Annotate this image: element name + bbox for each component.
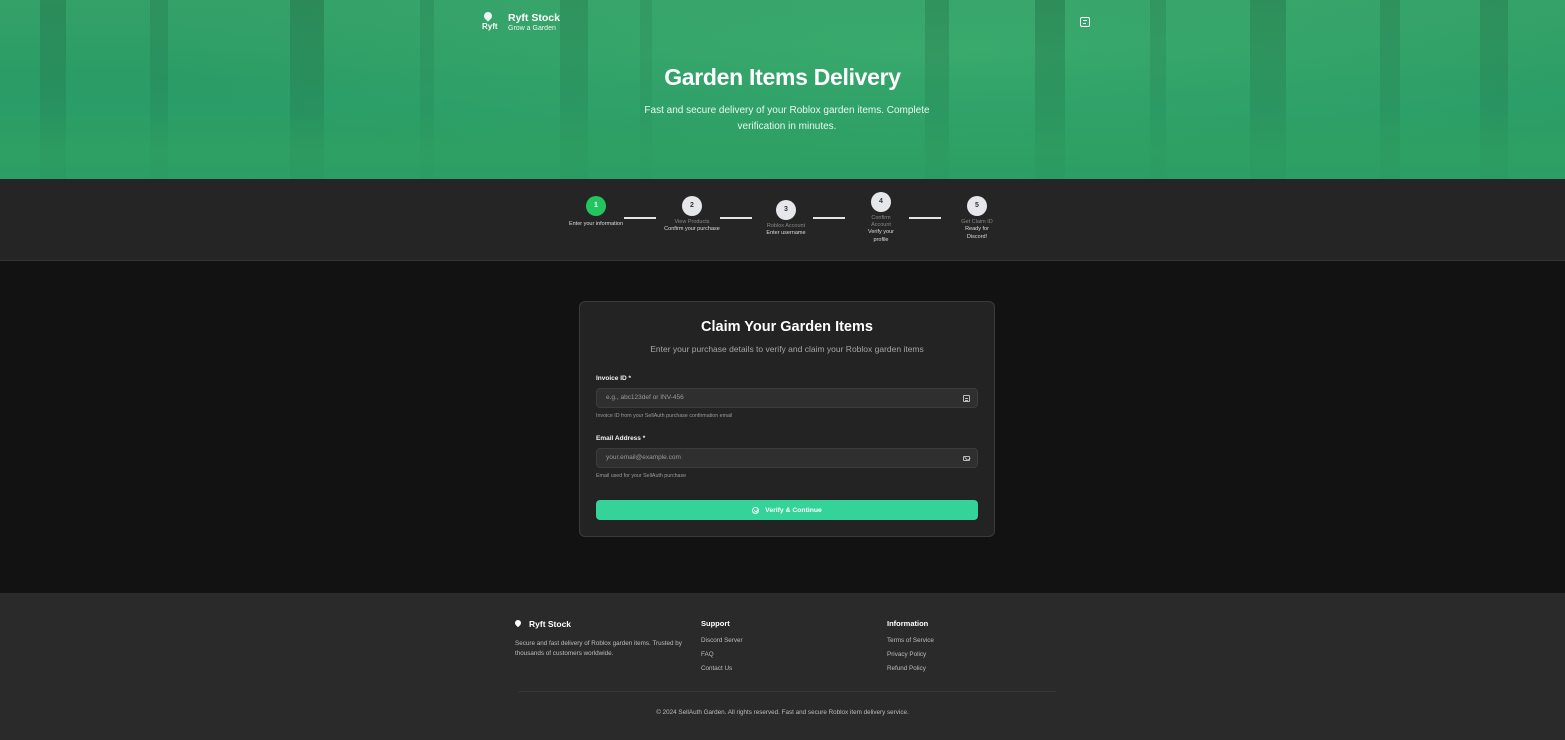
footer-link-terms[interactable]: Terms of Service [887,637,934,644]
step-2-number: 2 [682,196,702,216]
step-2-title: View Products [674,219,710,225]
chat-icon[interactable] [1080,17,1090,27]
footer-description: Secure and fast delivery of Roblox garde… [515,640,682,657]
footer-link-refund[interactable]: Refund Policy [887,665,926,672]
footer-link-privacy[interactable]: Privacy Policy [887,651,926,658]
email-placeholder: your.email@example.com [606,454,681,461]
step-1: 1 Enter your information [566,196,626,229]
page-subtitle: Fast and secure delivery of your Roblox … [644,105,930,132]
brand-tagline: Grow a Garden [508,25,556,32]
brand-logo-text: Ryft [482,22,498,31]
email-label: Email Address * [596,435,646,442]
email-help: Email used for your SellAuth purchase [596,473,687,479]
brand-name: Ryft Stock [508,12,560,24]
step-4-desc: Verify your profile [868,229,894,243]
step-5: 5 Get Claim ID Ready for Discord! [947,196,1007,241]
verify-continue-label: Verify & Continue [765,506,822,514]
step-4: 4 Confirm Account Verify your profile [851,192,911,244]
mail-icon [963,456,970,461]
footer-brand: Ryft Stock [515,619,571,629]
step-4-title: Confirm Account [871,215,891,228]
step-2-desc: Confirm your purchase [664,226,720,232]
shield-check-icon [752,506,760,514]
invoice-id-help: Invoice ID from your SellAuth purchase c… [596,413,733,419]
invoice-id-placeholder: e.g., abc123def or INV-456 [606,394,684,401]
verify-continue-button[interactable]: Verify & Continue [596,500,978,520]
step-5-desc: Ready for Discord! [965,226,989,240]
footer-link-contact[interactable]: Contact Us [701,665,732,672]
footer-information-heading: Information [887,619,929,628]
footer-logo-icon [515,620,524,629]
footer-brand-name: Ryft Stock [529,619,572,629]
hero-banner: Ryft Ryft Stock Grow a Garden Garden Ite… [0,0,1565,179]
step-connector [624,217,656,219]
form-title: Claim Your Garden Items [701,319,873,335]
brand-logo: Ryft [482,10,500,34]
step-5-title: Get Claim ID [961,219,993,225]
invoice-id-input[interactable]: e.g., abc123def or INV-456 [596,388,978,408]
email-input[interactable]: your.email@example.com [596,448,978,468]
step-3-number: 3 [776,200,796,220]
footer: Ryft Stock Secure and fast delivery of R… [0,593,1565,740]
form-subtitle: Enter your purchase details to verify an… [650,344,924,354]
footer-divider [518,691,1056,692]
claim-form-card: Claim Your Garden Items Enter your purch… [579,301,995,537]
page-title: Garden Items Delivery [664,64,901,90]
step-connector [813,217,845,219]
step-1-desc: Enter your information [568,221,624,227]
footer-link-discord[interactable]: Discord Server [701,637,743,644]
invoice-id-label: Invoice ID * [596,375,632,382]
step-1-number: 1 [586,196,606,216]
step-3-title: Roblox Account [766,223,806,229]
copyright-text: © 2024 SellAuth Garden. All rights reser… [656,709,909,716]
document-icon [963,395,970,402]
step-2: 2 View Products Confirm your purchase [662,196,722,234]
step-3-desc: Enter username [766,230,806,236]
step-connector [909,217,941,219]
step-3: 3 Roblox Account Enter username [756,200,816,238]
step-connector [720,217,752,219]
step-5-number: 5 [967,196,987,216]
footer-link-faq[interactable]: FAQ [701,651,714,658]
step-4-number: 4 [871,192,891,212]
footer-support-heading: Support [701,619,730,628]
brand-link[interactable]: Ryft Ryft Stock Grow a Garden [482,10,560,34]
